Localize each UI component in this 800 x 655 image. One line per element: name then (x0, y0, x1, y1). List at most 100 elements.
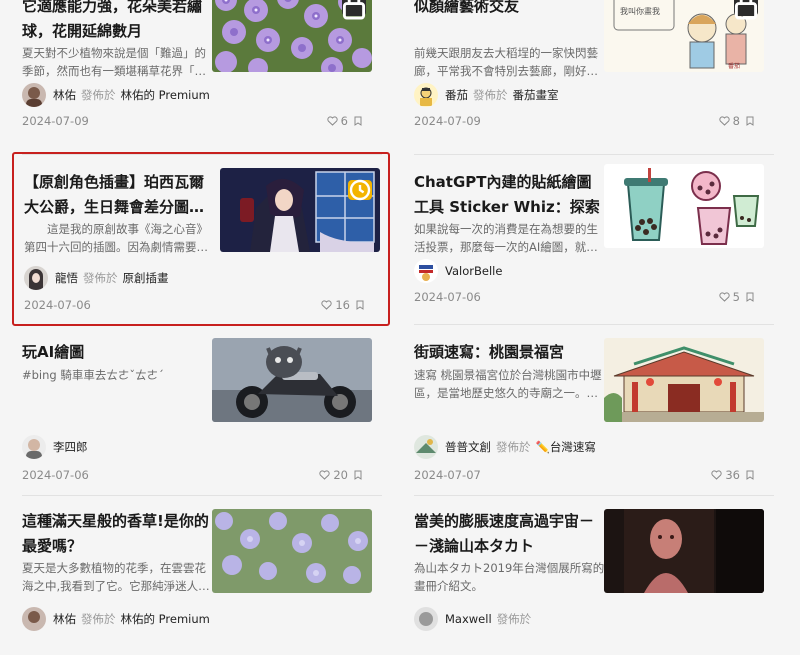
like-count: 5 (732, 290, 740, 304)
avatar[interactable] (22, 607, 46, 631)
published-in-label: 發佈於 (473, 88, 508, 102)
article-card[interactable]: 當美的膨脹速度高過宇宙－－淺論山本タカト 2019.3.… 為山本タカト2019… (404, 503, 774, 655)
article-card[interactable]: 這種滿天星般的香草!是你的最愛嗎？ 夏天是大多數植物的花季，在雲雲花海之中,我看… (12, 503, 382, 655)
article-title[interactable]: 似顏繪藝術交友 (414, 0, 606, 19)
article-title[interactable]: 當美的膨脹速度高過宇宙－－淺論山本タカト 2019.3.… (414, 509, 606, 559)
publish-date: 2024-07-06 (22, 468, 89, 482)
article-card[interactable]: 街頭速寫：桃園景福宮 速寫 桃園景福宮位於台灣桃園市中壢區，是當地歷史悠久的寺廟… (404, 334, 774, 486)
publication-name[interactable]: ✏️台灣速寫 (536, 439, 596, 455)
publication-name[interactable]: 番茄畫室 (513, 87, 559, 103)
author-name[interactable]: 林佑 (53, 87, 76, 103)
cat-on-motorcycle-image (212, 338, 372, 422)
heart-icon[interactable] (321, 300, 333, 310)
article-thumbnail[interactable]: 我叫你畫我 番茄 (604, 0, 764, 72)
bookmark-icon[interactable] (746, 470, 754, 480)
author-name[interactable]: 李四郎 (53, 439, 88, 455)
article-footer: 2024-07-07 36 (414, 468, 754, 484)
author-name[interactable]: 林佑 (53, 611, 76, 627)
avatar[interactable] (414, 607, 438, 631)
article-footer: 2024-07-06 5 (414, 290, 754, 306)
author-row: 番茄 發佈於 番茄畫室 (414, 83, 754, 107)
like-count: 8 (732, 114, 740, 128)
avatar[interactable] (414, 435, 438, 459)
article-excerpt: 夏天對不少植物來說是個「難過」的季節，然而也有一類堪稱草花界「… (22, 46, 206, 78)
lavender-shrub-image (212, 509, 372, 593)
published-in-label: 發佈於 (83, 271, 118, 285)
author-row: 普普文創 發佈於 ✏️台灣速寫 (414, 435, 754, 459)
article-title[interactable]: ChatGPT內建的貼紙繪圖工具 Sticker Whiz：探索內… (414, 170, 606, 220)
article-excerpt: 前幾天跟朋友去大稻埕的一家快閃藝廊，平常我不會特別去藝廊，剛好… (414, 46, 598, 78)
article-title[interactable]: 這種滿天星般的香草!是你的最愛嗎？ (22, 509, 214, 559)
lock-icon (342, 0, 366, 20)
author-row: Maxwell 發佈於 (414, 607, 754, 631)
dark-painting-image (604, 509, 764, 593)
author-row: 龍悟 發佈於 原創插畫 (24, 266, 364, 290)
publication-name[interactable]: 林佑的 Premium (121, 87, 210, 103)
article-thumbnail[interactable] (604, 338, 764, 422)
avatar[interactable] (414, 259, 438, 283)
bookmark-icon[interactable] (356, 300, 364, 310)
article-card[interactable]: ChatGPT內建的貼紙繪圖工具 Sticker Whiz：探索內… 如果說每一… (404, 164, 774, 316)
article-excerpt: 如果說每一次的消費是在為想要的生活投票，那麼每一次的AI繪圖，就… (414, 222, 598, 254)
publish-date: 2024-07-09 (414, 114, 481, 128)
avatar[interactable] (24, 266, 48, 290)
article-thumbnail[interactable] (212, 509, 372, 593)
author-row: 林佑 發佈於 林佑的 Premium (22, 607, 362, 631)
publish-date: 2024-07-09 (22, 114, 89, 128)
article-excerpt: 為山本タカト2019年台灣個展所寫的畫冊介紹文。 (414, 561, 605, 593)
bookmark-icon[interactable] (354, 116, 362, 126)
article-thumbnail[interactable] (220, 168, 380, 252)
publication-name[interactable]: 原創插畫 (123, 270, 169, 286)
bookmark-icon[interactable] (354, 470, 362, 480)
heart-icon[interactable] (711, 470, 723, 480)
author-name[interactable]: 普普文創 (445, 439, 491, 455)
author-name[interactable]: ValorBelle (445, 264, 502, 278)
article-card[interactable]: 玩AI繪圖 #bing 騎車車去ㄊㄜˇㄊㄜˊ 李四郎 2024-07-06 20 (12, 334, 382, 486)
avatar[interactable] (414, 83, 438, 107)
divider (22, 495, 382, 496)
author-name[interactable]: 龍悟 (55, 270, 78, 286)
lock-icon (734, 0, 758, 20)
published-in-label: 發佈於 (81, 612, 116, 626)
article-card[interactable]: 它適應能力強，花朵美若繡球，花開延綿數月 夏天對不少植物來說是個「難過」的季節，… (12, 0, 382, 140)
article-title[interactable]: 【原創角色插畫】珀西瓦爾大公爵，生日舞會差分圖… (24, 170, 216, 220)
article-thumbnail[interactable] (212, 0, 372, 72)
avatar[interactable] (22, 435, 46, 459)
avatar[interactable] (22, 83, 46, 107)
published-in-label: 發佈於 (81, 88, 116, 102)
article-card-selected[interactable]: 【原創角色插畫】珀西瓦爾大公爵，生日舞會差分圖… 這是我的原創故事《海之心音》第… (12, 152, 390, 326)
heart-icon[interactable] (327, 116, 338, 126)
bookmark-icon[interactable] (746, 116, 754, 126)
article-footer: 2024-07-06 20 (22, 468, 362, 484)
article-footer: 2024-07-09 6 (22, 114, 362, 130)
article-footer: 2024-07-06 16 (24, 298, 364, 314)
article-thumbnail[interactable] (212, 338, 372, 422)
divider (414, 324, 774, 325)
publication-name[interactable]: 林佑的 Premium (121, 611, 210, 627)
article-title[interactable]: 玩AI繪圖 (22, 340, 214, 365)
author-row: 李四郎 (22, 435, 362, 459)
author-name[interactable]: 番茄 (445, 87, 468, 103)
article-card[interactable]: 似顏繪藝術交友 前幾天跟朋友去大稻埕的一家快閃藝廊，平常我不會特別去藝廊，剛好…… (404, 0, 774, 140)
article-excerpt: 速寫 桃園景福宮位於台灣桃園市中壢區，是當地歷史悠久的寺廟之一。… (414, 368, 602, 400)
author-name[interactable]: Maxwell (445, 612, 492, 626)
heart-icon[interactable] (719, 116, 730, 126)
article-excerpt: 這是我的原創故事《海之心音》第四十六回的插圖。因為劇情需要… (24, 222, 208, 254)
clock-icon (348, 179, 372, 201)
like-count: 20 (333, 468, 348, 482)
divider (414, 495, 774, 496)
drink-stickers-image (604, 164, 764, 248)
article-title[interactable]: 它適應能力強，花朵美若繡球，花開延綿數月 (22, 0, 214, 44)
heart-icon[interactable] (719, 292, 730, 302)
publish-date: 2024-07-06 (414, 290, 481, 304)
svg-text:番茄: 番茄 (728, 62, 740, 70)
publish-date: 2024-07-06 (24, 298, 91, 312)
article-excerpt: #bing 騎車車去ㄊㄜˇㄊㄜˊ (22, 368, 164, 382)
heart-icon[interactable] (319, 470, 331, 480)
author-row: 林佑 發佈於 林佑的 Premium (22, 83, 362, 107)
article-thumbnail[interactable] (604, 164, 764, 248)
article-footer: 2024-07-09 8 (414, 114, 754, 130)
article-thumbnail[interactable] (604, 509, 764, 593)
bookmark-icon[interactable] (746, 292, 754, 302)
article-title[interactable]: 街頭速寫：桃園景福宮 (414, 340, 606, 365)
